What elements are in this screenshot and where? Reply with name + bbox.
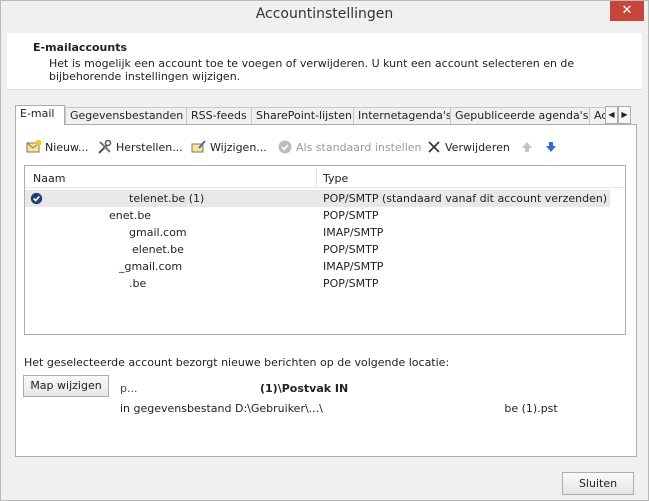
move-down-button[interactable] bbox=[543, 139, 562, 157]
delivery-location-label: Het geselecteerde account bezorgt nieuwe… bbox=[24, 356, 450, 369]
account-row[interactable]: enet.be POP/SMTP bbox=[25, 207, 610, 224]
data-file-path: in gegevensbestand D:\Gebruiker\...\ bbox=[120, 402, 323, 415]
tab-data-files[interactable]: Gegevensbestanden bbox=[65, 107, 188, 124]
new-account-icon bbox=[26, 140, 42, 153]
tab-sharepoint-lists[interactable]: SharePoint-lijsten bbox=[251, 107, 355, 124]
tab-scroll-left-button[interactable]: ◀ bbox=[605, 106, 618, 124]
data-file-name: be (1).pst bbox=[504, 402, 558, 415]
arrow-down-icon bbox=[546, 142, 556, 152]
remove-button-label: Verwijderen bbox=[445, 141, 510, 154]
delivery-account-prefix: p... bbox=[120, 382, 138, 395]
account-name: telenet.be (1) bbox=[129, 192, 205, 205]
tools-icon bbox=[98, 139, 112, 154]
account-type: POP/SMTP bbox=[323, 243, 379, 256]
account-row[interactable]: .be POP/SMTP bbox=[25, 275, 610, 292]
header-description: Het is mogelijk een account toe te voege… bbox=[49, 57, 575, 83]
delivery-data-file: in gegevensbestand D:\Gebruiker\...\ be … bbox=[120, 402, 558, 415]
account-name: gmail.com bbox=[129, 226, 187, 239]
tab-published-calendars[interactable]: Gepubliceerde agenda's bbox=[450, 107, 591, 124]
tab-email[interactable]: E-mail bbox=[15, 105, 65, 125]
close-x-icon bbox=[428, 141, 440, 153]
account-type: IMAP/SMTP bbox=[323, 260, 384, 273]
check-circle-icon bbox=[278, 140, 292, 154]
email-tab-panel: Nieuw... Herstellen... Wijzigen... Als s… bbox=[15, 124, 637, 457]
change-button-label: Wijzigen... bbox=[210, 141, 267, 154]
change-button[interactable]: Wijzigen... bbox=[191, 139, 267, 157]
move-up-button[interactable] bbox=[519, 139, 538, 157]
account-name: enet.be bbox=[109, 209, 152, 222]
account-name: elenet.be bbox=[132, 243, 184, 256]
account-name: _gmail.com bbox=[119, 260, 183, 273]
account-row[interactable]: gmail.com IMAP/SMTP bbox=[25, 224, 610, 241]
account-type: IMAP/SMTP bbox=[323, 226, 384, 239]
remove-button[interactable]: Verwijderen bbox=[426, 139, 510, 157]
default-account-check-icon bbox=[30, 192, 43, 205]
account-type: POP/SMTP bbox=[323, 277, 379, 290]
header-title: E-mailaccounts bbox=[33, 41, 127, 54]
column-header-type[interactable]: Type bbox=[323, 172, 348, 185]
title-bar: Accountinstellingen ✕ bbox=[1, 1, 648, 28]
window-close-button[interactable]: ✕ bbox=[610, 1, 644, 21]
set-default-button[interactable]: Als standaard instellen bbox=[277, 139, 422, 157]
repair-button[interactable]: Herstellen... bbox=[97, 139, 183, 157]
account-settings-window: Accountinstellingen ✕ E-mailaccounts Het… bbox=[0, 0, 649, 501]
header-panel: E-mailaccounts Het is mogelijk een accou… bbox=[7, 33, 642, 90]
edit-account-icon bbox=[191, 140, 206, 153]
account-type: POP/SMTP (standaard vanaf dit account ve… bbox=[323, 192, 608, 205]
account-type: POP/SMTP bbox=[323, 209, 379, 222]
toolbar: Nieuw... Herstellen... Wijzigen... Als s… bbox=[24, 139, 624, 157]
account-row[interactable]: _gmail.com IMAP/SMTP bbox=[25, 258, 610, 275]
new-button-label: Nieuw... bbox=[45, 141, 89, 154]
new-button[interactable]: Nieuw... bbox=[26, 139, 89, 157]
change-folder-button[interactable]: Map wijzigen bbox=[23, 375, 109, 397]
window-title: Accountinstellingen bbox=[255, 6, 394, 22]
account-row[interactable]: telenet.be (1) POP/SMTP (standaard vanaf… bbox=[25, 190, 610, 207]
account-name: .be bbox=[129, 277, 147, 290]
arrow-up-icon bbox=[522, 142, 532, 152]
set-default-button-label: Als standaard instellen bbox=[296, 141, 422, 154]
tab-rss-feeds[interactable]: RSS-feeds bbox=[186, 107, 253, 124]
tab-scroll-right-button[interactable]: ▶ bbox=[618, 106, 631, 124]
tab-internet-calendars[interactable]: Internetagenda's bbox=[353, 107, 452, 124]
close-dialog-button[interactable]: Sluiten bbox=[562, 472, 634, 495]
account-row[interactable]: elenet.be POP/SMTP bbox=[25, 241, 610, 258]
column-separator[interactable] bbox=[316, 169, 317, 187]
repair-button-label: Herstellen... bbox=[116, 141, 183, 154]
account-list[interactable]: Naam Type telenet.be (1) POP/SMTP (stand… bbox=[24, 165, 626, 335]
list-header: Naam Type bbox=[25, 169, 625, 188]
delivery-folder: (1)\Postvak IN bbox=[260, 382, 349, 395]
tab-strip: E-mail Gegevensbestanden RSS-feeds Share… bbox=[15, 105, 635, 125]
column-header-name[interactable]: Naam bbox=[33, 172, 65, 185]
